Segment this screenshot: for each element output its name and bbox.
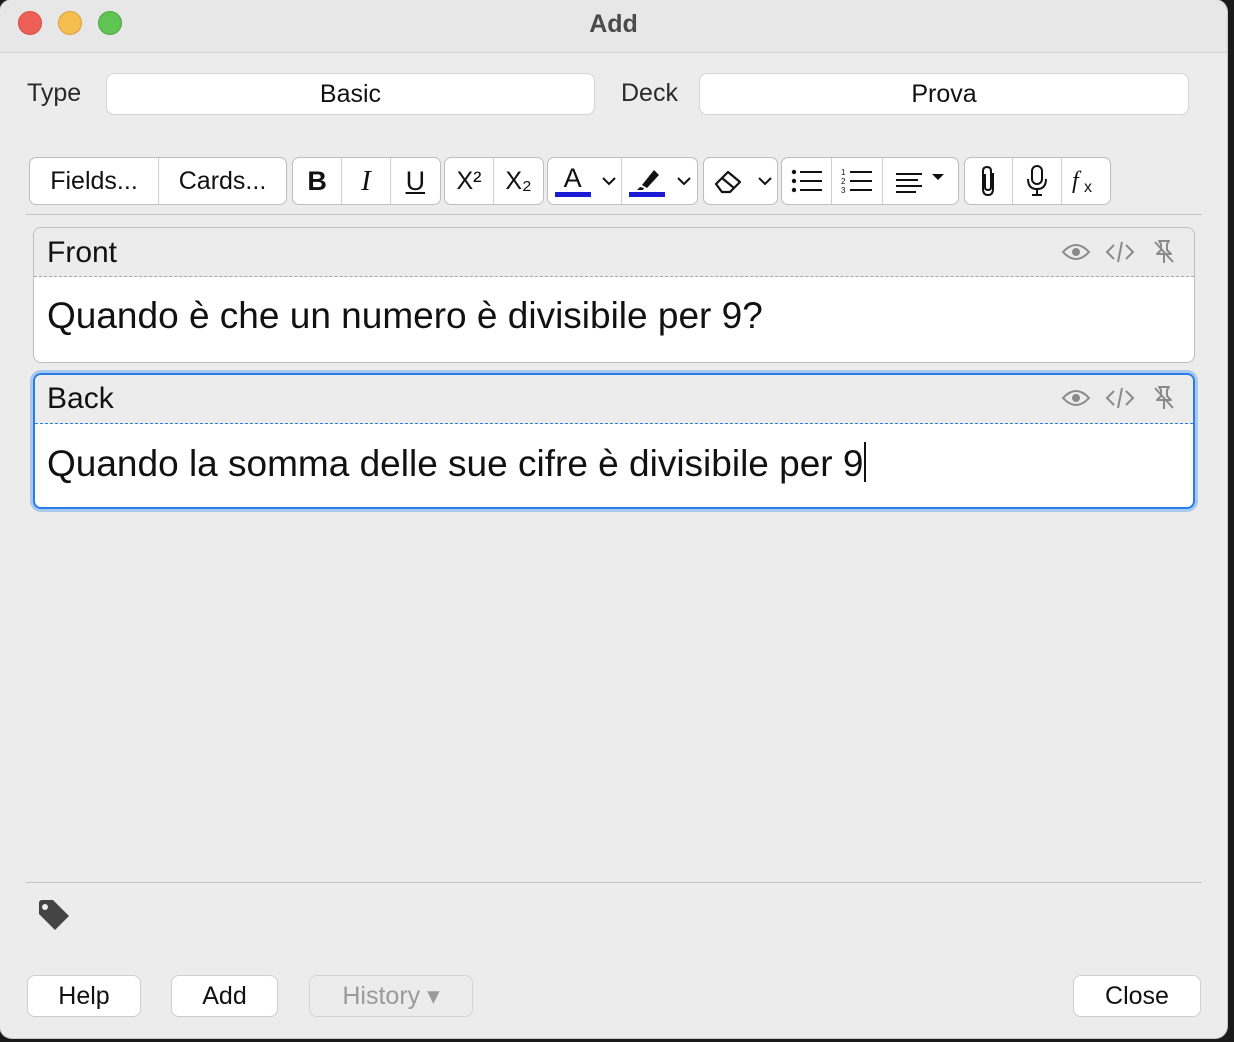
field-header: Back	[35, 375, 1193, 424]
subscript-icon: X₂	[505, 166, 532, 195]
fields-cards-group: Fields... Cards...	[29, 157, 287, 205]
back-field-content: Quando la somma delle sue cifre è divisi…	[47, 443, 864, 484]
chevron-down-icon	[758, 177, 772, 186]
fields-button[interactable]: Fields...	[30, 158, 159, 204]
highlight-icon	[636, 170, 659, 190]
bullet-list-button[interactable]	[782, 158, 833, 204]
underline-button[interactable]: U	[391, 158, 440, 204]
color-group: A	[547, 157, 698, 205]
align-icon	[896, 173, 945, 193]
italic-button[interactable]: I	[342, 158, 391, 204]
highlight-dropdown[interactable]	[671, 158, 697, 204]
deck-label: Deck	[621, 79, 678, 107]
text-color-button[interactable]: A	[548, 158, 597, 204]
italic-icon: I	[361, 164, 371, 197]
front-field[interactable]: Front Quando è che un numero è divisibil…	[33, 227, 1195, 363]
eraser-icon	[715, 170, 742, 194]
formula-button[interactable]: f x	[1062, 158, 1110, 204]
text-color-swatch	[554, 192, 591, 197]
field-name-front: Front	[47, 236, 118, 269]
superscript-icon: X²	[456, 166, 482, 195]
back-field-editor[interactable]: Quando la somma delle sue cifre è divisi…	[35, 424, 1193, 503]
text-color-icon: A	[563, 163, 582, 193]
field-header: Front	[34, 228, 1194, 277]
underline-icon: U	[405, 165, 426, 196]
history-button[interactable]: History ▾	[310, 976, 472, 1016]
cards-button[interactable]: Cards...	[159, 158, 286, 204]
chevron-down-icon	[602, 177, 616, 186]
toolbar-divider	[26, 214, 1202, 215]
tag-icon[interactable]	[37, 900, 71, 937]
numbered-list-button[interactable]: 1 2 3	[832, 158, 883, 204]
chevron-down-icon	[677, 177, 691, 186]
svg-text:x: x	[1084, 179, 1092, 196]
eraser-button[interactable]	[704, 158, 753, 204]
align-button[interactable]	[883, 158, 958, 204]
add-window: Add Type Basic Deck Prova Fields... Card…	[0, 0, 1227, 1038]
title-bar: Add	[0, 0, 1227, 53]
svg-text:2: 2	[841, 177, 846, 186]
attach-button[interactable]	[965, 158, 1014, 204]
svg-text:3: 3	[841, 186, 846, 194]
list-group: 1 2 3	[781, 157, 959, 205]
format-group: B I U	[292, 157, 441, 205]
window-title: Add	[589, 10, 638, 38]
deck-selector[interactable]: Prova	[700, 74, 1188, 114]
svg-text:f: f	[1072, 168, 1082, 194]
formula-icon: f x	[1072, 168, 1092, 196]
eraser-dropdown[interactable]	[753, 158, 777, 204]
close-button[interactable]: Close	[1074, 976, 1200, 1016]
field-actions	[1060, 384, 1180, 412]
field-name-back: Back	[47, 382, 114, 415]
paperclip-icon	[981, 165, 994, 197]
html-editor-icon[interactable]	[1104, 384, 1136, 412]
add-button[interactable]: Add	[172, 976, 277, 1016]
highlight-color-swatch	[628, 192, 665, 197]
front-field-content[interactable]: Quando è che un numero è divisibile per …	[34, 277, 1194, 355]
numbered-list-icon: 1 2 3	[841, 168, 873, 194]
field-actions	[1060, 238, 1180, 266]
eye-icon[interactable]	[1060, 238, 1092, 266]
text-color-dropdown[interactable]	[597, 158, 623, 204]
script-group: X² X₂	[444, 157, 544, 205]
back-field[interactable]: Back Quando la somma delle sue cifre è d…	[33, 373, 1195, 509]
type-label: Type	[27, 79, 82, 107]
media-group: f x	[964, 157, 1111, 205]
highlight-button[interactable]	[622, 158, 671, 204]
tags-divider	[26, 882, 1202, 883]
record-audio-button[interactable]	[1013, 158, 1062, 204]
superscript-button[interactable]: X²	[445, 158, 495, 204]
help-button[interactable]: Help	[28, 976, 140, 1016]
pin-icon[interactable]	[1148, 384, 1180, 412]
pin-icon[interactable]	[1148, 238, 1180, 266]
bold-button[interactable]: B	[293, 158, 343, 204]
text-caret	[864, 442, 867, 482]
subscript-button[interactable]: X₂	[494, 158, 543, 204]
bullet-list-icon	[791, 169, 822, 193]
eraser-group	[703, 157, 778, 205]
eye-icon[interactable]	[1060, 384, 1092, 412]
bold-icon: B	[307, 165, 327, 196]
microphone-icon	[1027, 165, 1048, 196]
svg-text:1: 1	[841, 168, 846, 177]
note-type-selector[interactable]: Basic	[107, 74, 594, 114]
html-editor-icon[interactable]	[1104, 238, 1136, 266]
